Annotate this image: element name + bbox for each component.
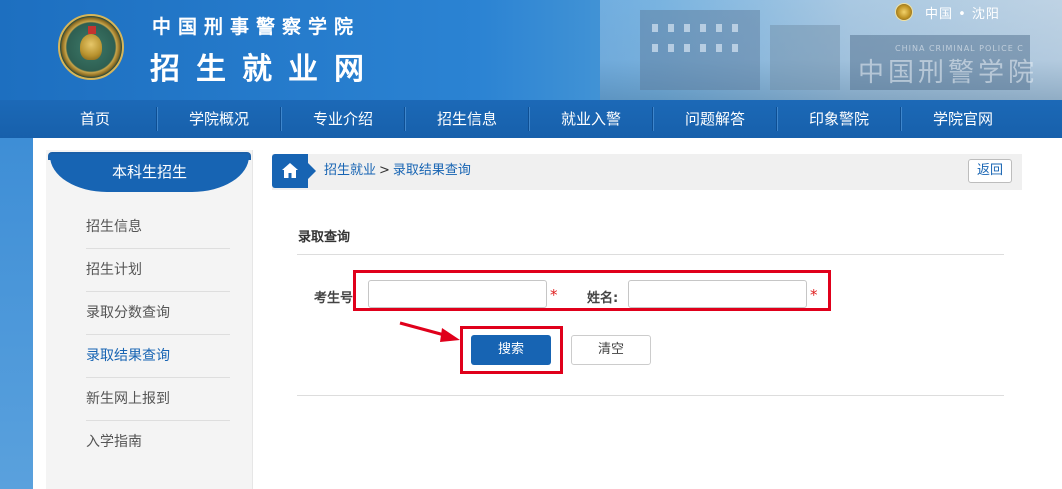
search-button[interactable]: 搜索 bbox=[471, 335, 551, 365]
location-text: 中国 • 沈阳 bbox=[925, 6, 1000, 22]
sidebar-title: 本科生招生 bbox=[50, 154, 249, 192]
campus-text: 中国刑警学院 bbox=[858, 58, 1039, 88]
nav-item-home[interactable]: 首页 bbox=[33, 100, 157, 138]
site-title-top: 中国刑事警察学院 bbox=[152, 16, 361, 38]
nav-item-overview[interactable]: 学院概况 bbox=[157, 100, 281, 138]
main-nav: 首页 学院概况 专业介绍 招生信息 就业入警 问题解答 印象警院 学院官网 bbox=[0, 100, 1062, 138]
back-button[interactable]: 返回 bbox=[968, 159, 1012, 183]
name-input[interactable] bbox=[628, 280, 807, 308]
nav-item-employment[interactable]: 就业入警 bbox=[529, 100, 653, 138]
sidebar-list: 招生信息 招生计划 录取分数查询 录取结果查询 新生网上报到 入学指南 bbox=[86, 206, 276, 464]
home-button[interactable] bbox=[272, 154, 316, 188]
police-emblem-icon bbox=[58, 14, 124, 80]
campus-building bbox=[640, 10, 760, 90]
nav-item-official-site[interactable]: 学院官网 bbox=[901, 100, 1025, 138]
name-label: 姓名: bbox=[587, 291, 619, 306]
sidebar-item-result-query[interactable]: 录取结果查询 bbox=[86, 335, 230, 378]
divider bbox=[297, 395, 1004, 396]
breadcrumb-separator: > bbox=[379, 163, 390, 178]
sidebar: 本科生招生 招生信息 招生计划 录取分数查询 录取结果查询 新生网上报到 入学指… bbox=[46, 150, 253, 489]
sidebar-item-score-query[interactable]: 录取分数查询 bbox=[86, 292, 230, 335]
section-title: 录取查询 bbox=[298, 230, 351, 245]
sidebar-item-enrollment-guide[interactable]: 入学指南 bbox=[86, 421, 230, 464]
breadcrumb-parent-link[interactable]: 招生就业 bbox=[324, 163, 376, 178]
page-background bbox=[0, 138, 33, 489]
arrow-icon bbox=[399, 321, 460, 342]
nav-item-faq[interactable]: 问题解答 bbox=[653, 100, 777, 138]
location-badge-icon bbox=[895, 3, 913, 21]
breadcrumb-current[interactable]: 录取结果查询 bbox=[393, 163, 471, 178]
sidebar-item-admission-info[interactable]: 招生信息 bbox=[86, 206, 230, 249]
nav-item-majors[interactable]: 专业介绍 bbox=[281, 100, 405, 138]
divider bbox=[297, 254, 1004, 255]
site-header: CHINA CRIMINAL POLICE C 中国刑警学院 中国刑事警察学院 … bbox=[0, 0, 1062, 100]
required-mark: * bbox=[810, 286, 818, 304]
sidebar-item-admission-plan[interactable]: 招生计划 bbox=[86, 249, 230, 292]
clear-button[interactable]: 清空 bbox=[571, 335, 651, 365]
sidebar-item-online-registration[interactable]: 新生网上报到 bbox=[86, 378, 230, 421]
nav-item-admission[interactable]: 招生信息 bbox=[405, 100, 529, 138]
site-title-main: 招生就业网 bbox=[150, 52, 380, 87]
home-icon bbox=[282, 163, 298, 178]
location: 中国 • 沈阳 bbox=[895, 2, 1000, 22]
breadcrumb: 招生就业 > 录取结果查询 bbox=[324, 154, 471, 188]
campus-building bbox=[770, 25, 840, 90]
exam-number-label: 考生号 bbox=[314, 291, 354, 306]
nav-item-impression[interactable]: 印象警院 bbox=[777, 100, 901, 138]
exam-number-input[interactable] bbox=[368, 280, 547, 308]
required-mark: * bbox=[550, 286, 558, 304]
